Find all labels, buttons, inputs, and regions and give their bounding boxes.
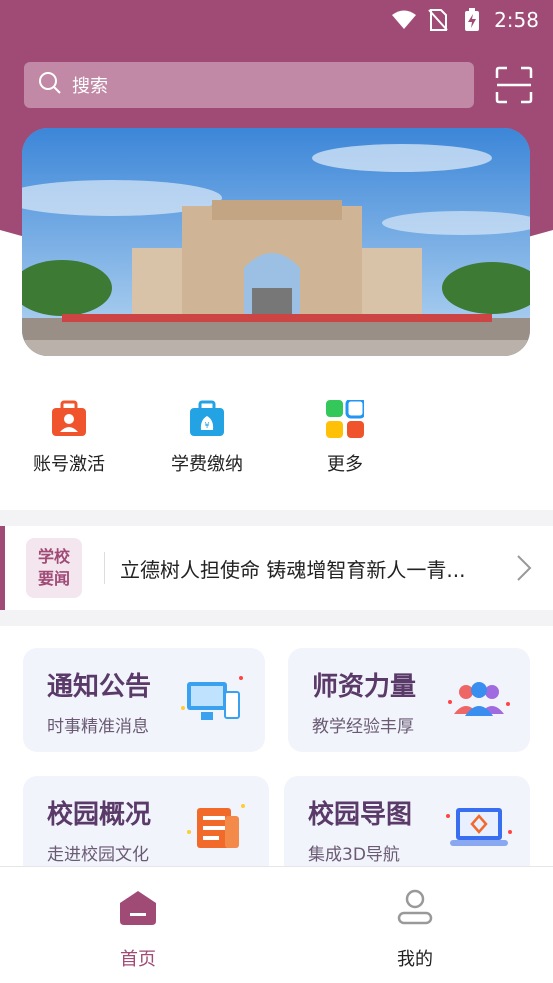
divider bbox=[104, 552, 105, 584]
card-subtitle: 集成3D导航 bbox=[308, 845, 400, 865]
card-subtitle: 走进校园文化 bbox=[47, 845, 149, 865]
grid-more-icon bbox=[326, 398, 366, 438]
quick-action-more[interactable]: 更多 bbox=[285, 398, 405, 476]
card-subtitle: 时事精准消息 bbox=[47, 717, 149, 737]
card-title: 校园导图 bbox=[308, 800, 413, 830]
quick-action-label: 更多 bbox=[327, 454, 363, 475]
school-news-bar[interactable]: 学校 要闻 立德树人担使命 铸魂增智育新人一青... bbox=[0, 526, 553, 610]
newspaper-icon bbox=[185, 802, 251, 856]
tab-home[interactable]: 首页 bbox=[78, 887, 198, 971]
status-bar: 2:58 bbox=[0, 0, 553, 40]
search-input[interactable]: 搜索 bbox=[24, 62, 474, 108]
user-icon bbox=[395, 887, 435, 927]
card-notices[interactable]: 通知公告 时事精准消息 bbox=[23, 648, 265, 752]
battery-charging-icon bbox=[460, 8, 484, 32]
wifi-icon bbox=[392, 8, 417, 32]
people-icon bbox=[446, 674, 512, 728]
tab-label: 我的 bbox=[397, 949, 433, 970]
no-sim-icon bbox=[426, 8, 450, 32]
news-tag: 学校 要闻 bbox=[26, 538, 82, 598]
search-placeholder: 搜索 bbox=[72, 76, 108, 97]
svg-text:¥: ¥ bbox=[204, 421, 209, 430]
card-campus-overview[interactable]: 校园概况 走进校园文化 bbox=[23, 776, 269, 880]
tab-label: 首页 bbox=[120, 949, 156, 970]
monitor-icon bbox=[181, 674, 247, 728]
campus-banner-image[interactable] bbox=[22, 128, 530, 356]
card-title: 通知公告 bbox=[47, 672, 152, 702]
tab-mine[interactable]: 我的 bbox=[355, 887, 475, 971]
quick-action-tuition[interactable]: ¥ 学费缴纳 bbox=[147, 400, 267, 476]
card-faculty[interactable]: 师资力量 教学经验丰厚 bbox=[288, 648, 530, 752]
card-campus-map[interactable]: 校园导图 集成3D导航 bbox=[284, 776, 530, 880]
quick-action-label: 账号激活 bbox=[33, 454, 105, 475]
search-icon bbox=[38, 71, 62, 100]
briefcase-user-icon bbox=[50, 400, 88, 438]
scan-icon[interactable] bbox=[495, 66, 533, 104]
chevron-right-icon[interactable] bbox=[512, 554, 534, 582]
laptop-map-icon bbox=[446, 802, 512, 856]
card-title: 师资力量 bbox=[312, 672, 417, 702]
money-bag-icon: ¥ bbox=[188, 400, 226, 438]
news-headline[interactable]: 立德树人担使命 铸魂增智育新人一青... bbox=[120, 554, 490, 583]
bottom-tab-bar: 首页 我的 bbox=[0, 866, 553, 983]
quick-action-label: 学费缴纳 bbox=[171, 454, 243, 475]
news-accent-bar bbox=[0, 526, 5, 610]
quick-action-activate[interactable]: 账号激活 bbox=[9, 400, 129, 476]
home-icon bbox=[118, 887, 158, 927]
card-title: 校园概况 bbox=[47, 800, 152, 830]
status-time: 2:58 bbox=[494, 8, 539, 32]
card-subtitle: 教学经验丰厚 bbox=[312, 717, 414, 737]
